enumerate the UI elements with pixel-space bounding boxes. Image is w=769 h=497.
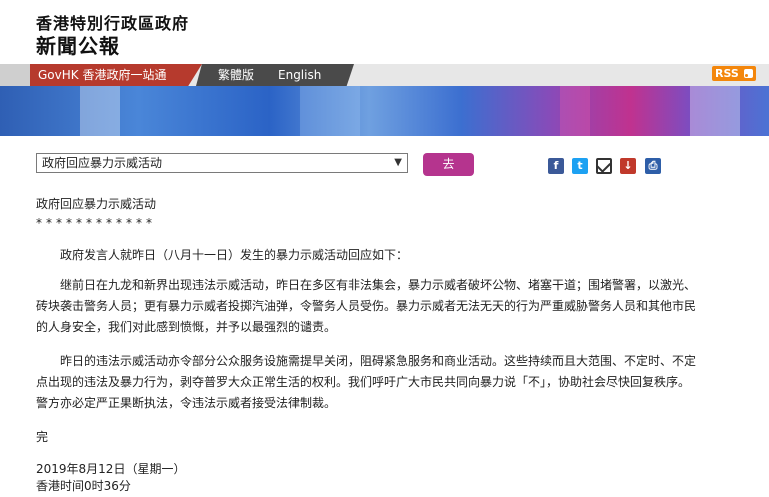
dropdown-arrow-icon: ▼ bbox=[394, 157, 402, 168]
article-title: 政府回应暴力示威活动 bbox=[36, 197, 157, 211]
banner-stripe bbox=[690, 86, 740, 136]
go-button[interactable]: 去 bbox=[423, 153, 474, 176]
topic-select-value: 政府回应暴力示威活动 bbox=[42, 156, 163, 170]
article-paragraph: 昨日的违法示威活动亦令部分公众服务设施需提早关闭，阻碍紧急服务和商业活动。这些持… bbox=[36, 354, 697, 410]
traditional-chinese-link[interactable]: 繁體版 bbox=[196, 64, 270, 86]
article-stars: ************ bbox=[36, 216, 156, 230]
article-end-mark: 完 bbox=[36, 430, 49, 444]
decorative-banner bbox=[0, 86, 769, 136]
rss-label: RSS bbox=[715, 67, 739, 80]
facebook-icon[interactable]: f bbox=[548, 158, 564, 174]
article-paragraph: 政府发言人就昨日（八月十一日）发生的暴力示威活动回应如下： bbox=[60, 248, 409, 262]
nav-lead-block bbox=[0, 64, 30, 86]
banner-stripe bbox=[560, 86, 590, 136]
twitter-icon[interactable]: t bbox=[572, 158, 588, 174]
banner-stripe bbox=[300, 86, 360, 136]
rss-icon bbox=[744, 69, 753, 78]
article-paragraph: 继前日在九龙和新界出现违法示威活动，昨日在多区有非法集会，暴力示威者破坏公物、堵… bbox=[36, 278, 697, 334]
govhk-link[interactable]: GovHK 香港政府一站通 bbox=[30, 64, 202, 86]
english-link[interactable]: English bbox=[262, 64, 354, 86]
masthead: 香港特別行政區政府 新聞公報 bbox=[0, 0, 769, 64]
top-nav-bar: GovHK 香港政府一站通 繁體版 English bbox=[0, 64, 769, 86]
print-icon[interactable]: ⎙ bbox=[645, 158, 661, 174]
topic-select[interactable]: 政府回应暴力示威活动 ▼ bbox=[36, 153, 408, 173]
press-releases-title: 新聞公報 bbox=[36, 34, 120, 58]
rss-button[interactable]: RSS bbox=[712, 66, 756, 81]
download-icon[interactable]: ↓ bbox=[620, 158, 636, 174]
email-icon[interactable] bbox=[596, 158, 612, 174]
banner-stripe bbox=[80, 86, 120, 136]
release-time: 香港时间0时36分 bbox=[36, 479, 131, 493]
